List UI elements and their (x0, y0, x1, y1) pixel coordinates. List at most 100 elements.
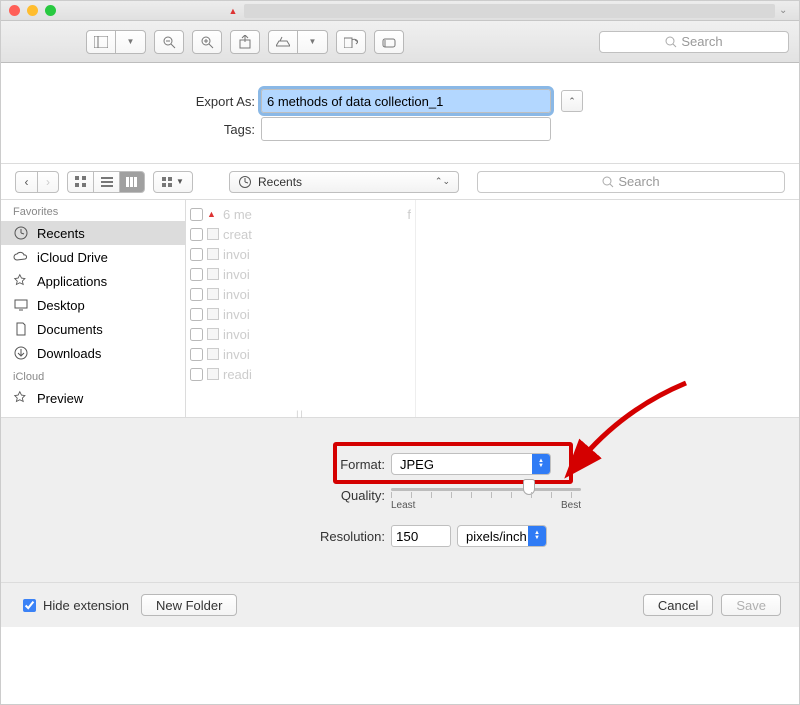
highlight-button[interactable] (268, 30, 298, 54)
file-suffix: f (407, 207, 411, 222)
sidebar-toggle-button[interactable] (86, 30, 116, 54)
sidebar-icon (94, 36, 108, 48)
chevron-down-icon: ▼ (176, 177, 184, 186)
preview-icon (13, 390, 29, 406)
view-icon-button[interactable] (67, 171, 93, 193)
share-button[interactable] (230, 30, 260, 54)
file-icon (207, 268, 219, 280)
file-name: invoi (223, 347, 411, 362)
resolution-unit-select[interactable]: pixels/inch ▲▼ (457, 525, 547, 547)
search-placeholder: Search (681, 34, 722, 49)
file-preview-area (416, 200, 799, 417)
rotate-button[interactable] (336, 30, 366, 54)
close-icon[interactable] (9, 5, 20, 16)
list-item[interactable]: ▲6 mef (186, 204, 415, 224)
hide-extension-label: Hide extension (43, 598, 129, 613)
minimize-icon[interactable] (27, 5, 38, 16)
list-item[interactable]: invoi (186, 244, 415, 264)
view-list-button[interactable] (93, 171, 119, 193)
format-label: Format: (1, 457, 391, 472)
list-item[interactable]: creat (186, 224, 415, 244)
sidebar-item-documents[interactable]: Documents (1, 317, 185, 341)
file-icon (207, 368, 219, 380)
search-placeholder: Search (618, 174, 659, 189)
updown-icon: ▲▼ (528, 526, 546, 546)
app-icon (13, 273, 29, 289)
share-icon (239, 35, 251, 49)
file-name: creat (223, 227, 411, 242)
column-view-icon (126, 177, 138, 187)
title-dropdown-icon[interactable]: ⌄ (779, 5, 791, 16)
file-name: invoi (223, 267, 411, 282)
chevron-up-icon: ⌃ (568, 96, 576, 107)
location-picker[interactable]: Recents ⌃⌄ (229, 171, 459, 193)
quality-best-label: Best (561, 500, 581, 511)
sidebar-item-applications[interactable]: Applications (1, 269, 185, 293)
finder-nav-bar: ‹ › ▼ Recents ⌃⌄ Search (1, 164, 799, 200)
sidebar-item-desktop[interactable]: Desktop (1, 293, 185, 317)
expand-collapse-button[interactable]: ⌃ (561, 90, 583, 112)
highlight-menu[interactable]: ▼ (298, 30, 328, 54)
file-name: invoi (223, 247, 411, 262)
list-view-icon (101, 177, 113, 187)
cloud-icon (13, 249, 29, 265)
group-by-button[interactable]: ▼ (153, 171, 193, 193)
new-folder-button[interactable]: New Folder (141, 594, 237, 616)
cancel-button[interactable]: Cancel (643, 594, 713, 616)
markup-button[interactable] (374, 30, 404, 54)
sidebar-item-recents[interactable]: Recents (1, 221, 185, 245)
format-value: JPEG (400, 457, 434, 472)
sidebar-toggle-menu[interactable]: ▼ (116, 30, 146, 54)
quality-least-label: Least (391, 500, 415, 511)
location-label: Recents (258, 175, 302, 189)
sidebar-item-icloud-drive[interactable]: iCloud Drive (1, 245, 185, 269)
list-item[interactable]: readi (186, 364, 415, 384)
list-item[interactable]: invoi (186, 304, 415, 324)
save-button[interactable]: Save (721, 594, 781, 616)
resolution-input[interactable] (391, 525, 451, 547)
chevron-down-icon: ▼ (127, 37, 135, 46)
hide-extension-checkbox[interactable]: Hide extension (19, 596, 129, 615)
window-titlebar: ▲ ⌄ (1, 1, 799, 21)
list-item[interactable]: invoi (186, 344, 415, 364)
sidebar-item-label: Preview (37, 391, 83, 406)
sidebar-item-label: Downloads (37, 346, 101, 361)
sidebar: Favorites Recents iCloud Drive Applicati… (1, 200, 186, 417)
view-column-button[interactable] (119, 171, 145, 193)
resolution-unit-value: pixels/inch (466, 529, 527, 544)
resolution-label: Resolution: (1, 529, 391, 544)
file-name: invoi (223, 307, 411, 322)
sidebar-header-favorites: Favorites (1, 200, 185, 221)
file-icon (207, 288, 219, 300)
slider-thumb[interactable] (523, 479, 535, 495)
traffic-lights (9, 5, 56, 16)
search-icon (665, 36, 677, 48)
maximize-icon[interactable] (45, 5, 56, 16)
icon-view-icon (75, 176, 87, 188)
export-options: Format: JPEG ▲▼ Quality: Least Best Reso… (1, 418, 799, 583)
list-item[interactable]: invoi (186, 264, 415, 284)
finder-search[interactable]: Search (477, 171, 785, 193)
zoom-out-button[interactable] (154, 30, 184, 54)
chevron-right-icon: › (46, 175, 50, 189)
back-button[interactable]: ‹ (15, 171, 37, 193)
clock-icon (238, 175, 252, 189)
sidebar-item-preview[interactable]: Preview (1, 386, 185, 410)
format-select[interactable]: JPEG ▲▼ (391, 453, 551, 475)
sidebar-item-downloads[interactable]: Downloads (1, 341, 185, 365)
search-icon (602, 176, 614, 188)
highlight-icon (276, 36, 290, 48)
file-browser: Favorites Recents iCloud Drive Applicati… (1, 200, 799, 418)
toolbar-search[interactable]: Search (599, 31, 789, 53)
list-item[interactable]: invoi (186, 324, 415, 344)
pdf-icon: ▲ (226, 4, 240, 18)
tags-input[interactable] (261, 117, 551, 141)
group-icon (162, 177, 174, 187)
list-item[interactable]: invoi (186, 284, 415, 304)
action-bar: Hide extension New Folder Cancel Save (1, 583, 799, 627)
quality-slider[interactable] (391, 480, 581, 498)
filename-input[interactable] (261, 89, 551, 113)
sidebar-item-label: Desktop (37, 298, 85, 313)
zoom-in-button[interactable] (192, 30, 222, 54)
updown-icon: ⌃⌄ (435, 176, 450, 187)
